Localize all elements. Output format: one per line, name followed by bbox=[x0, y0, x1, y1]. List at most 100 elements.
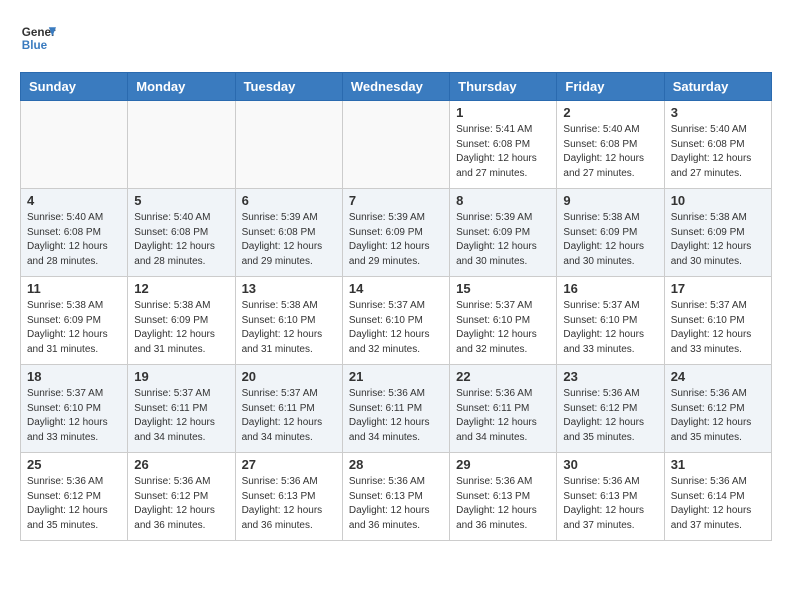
logo: General Blue bbox=[20, 20, 56, 56]
calendar-week-row: 4 Sunrise: 5:40 AM Sunset: 6:08 PM Daylig… bbox=[21, 189, 772, 277]
day-info: Sunrise: 5:36 AM Sunset: 6:14 PM Dayligh… bbox=[671, 475, 765, 533]
calendar-cell: 24 Sunrise: 5:36 AM Sunset: 6:12 PM Dayli… bbox=[664, 365, 771, 453]
calendar-week-row: 11 Sunrise: 5:38 AM Sunset: 6:09 PM Dayli… bbox=[21, 277, 772, 365]
day-number: 21 bbox=[349, 369, 443, 384]
day-number: 23 bbox=[563, 369, 657, 384]
day-number: 28 bbox=[349, 457, 443, 472]
day-number: 30 bbox=[563, 457, 657, 472]
calendar-cell: 14Sunrise: 5:37 AM Sunset: 6:10 PM Dayli… bbox=[342, 277, 449, 365]
day-number: 2 bbox=[563, 105, 657, 120]
calendar-cell: 8 Sunrise: 5:39 AM Sunset: 6:09 PM Daylig… bbox=[450, 189, 557, 277]
day-number: 6 bbox=[242, 193, 336, 208]
day-number: 25 bbox=[27, 457, 121, 472]
calendar-cell: 30 Sunrise: 5:36 AM Sunset: 6:13 PM Dayli… bbox=[557, 453, 664, 541]
day-number: 16 bbox=[563, 281, 657, 296]
column-header-tuesday: Tuesday bbox=[235, 73, 342, 101]
day-number: 9 bbox=[563, 193, 657, 208]
calendar-cell: 16 Sunrise: 5:37 AM Sunset: 6:10 PM Dayli… bbox=[557, 277, 664, 365]
calendar-cell bbox=[21, 101, 128, 189]
calendar-cell: 4 Sunrise: 5:40 AM Sunset: 6:08 PM Daylig… bbox=[21, 189, 128, 277]
day-info: Sunrise: 5:36 AM Sunset: 6:13 PM Dayligh… bbox=[456, 475, 550, 533]
day-info: Sunrise: 5:36 AM Sunset: 6:13 PM Dayligh… bbox=[242, 475, 336, 533]
day-number: 18 bbox=[27, 369, 121, 384]
day-number: 20 bbox=[242, 369, 336, 384]
day-number: 3 bbox=[671, 105, 765, 120]
calendar-cell: 22 Sunrise: 5:36 AM Sunset: 6:11 PM Dayli… bbox=[450, 365, 557, 453]
day-number: 22 bbox=[456, 369, 550, 384]
day-info: Sunrise: 5:40 AM Sunset: 6:08 PM Dayligh… bbox=[671, 123, 765, 181]
day-number: 10 bbox=[671, 193, 765, 208]
calendar-cell: 26 Sunrise: 5:36 AM Sunset: 6:12 PM Dayli… bbox=[128, 453, 235, 541]
column-header-friday: Friday bbox=[557, 73, 664, 101]
day-number: 7 bbox=[349, 193, 443, 208]
column-header-saturday: Saturday bbox=[664, 73, 771, 101]
calendar-cell: 1 Sunrise: 5:41 AM Sunset: 6:08 PM Daylig… bbox=[450, 101, 557, 189]
day-info: Sunrise: 5:38 AM Sunset: 6:10 PM Dayligh… bbox=[242, 299, 336, 357]
calendar-cell: 18 Sunrise: 5:37 AM Sunset: 6:10 PM Dayli… bbox=[21, 365, 128, 453]
calendar-cell: 2 Sunrise: 5:40 AM Sunset: 6:08 PM Daylig… bbox=[557, 101, 664, 189]
column-header-wednesday: Wednesday bbox=[342, 73, 449, 101]
calendar-cell: 13 Sunrise: 5:38 AM Sunset: 6:10 PM Dayli… bbox=[235, 277, 342, 365]
day-number: 4 bbox=[27, 193, 121, 208]
day-number: 5 bbox=[134, 193, 228, 208]
day-info: Sunrise: 5:36 AM Sunset: 6:11 PM Dayligh… bbox=[456, 387, 550, 445]
day-info: Sunrise: 5:37 AM Sunset: 6:10 PM Dayligh… bbox=[27, 387, 121, 445]
calendar-cell: 11 Sunrise: 5:38 AM Sunset: 6:09 PM Dayli… bbox=[21, 277, 128, 365]
day-info: Sunrise: 5:40 AM Sunset: 6:08 PM Dayligh… bbox=[563, 123, 657, 181]
day-number: 13 bbox=[242, 281, 336, 296]
day-number: 1 bbox=[456, 105, 550, 120]
page-header: General Blue bbox=[20, 20, 772, 56]
calendar-week-row: 1 Sunrise: 5:41 AM Sunset: 6:08 PM Daylig… bbox=[21, 101, 772, 189]
calendar-cell bbox=[128, 101, 235, 189]
day-number: 8 bbox=[456, 193, 550, 208]
column-header-thursday: Thursday bbox=[450, 73, 557, 101]
day-info: Sunrise: 5:40 AM Sunset: 6:08 PM Dayligh… bbox=[27, 211, 121, 269]
day-number: 12 bbox=[134, 281, 228, 296]
calendar-header-row: SundayMondayTuesdayWednesdayThursdayFrid… bbox=[21, 73, 772, 101]
calendar-cell: 31 Sunrise: 5:36 AM Sunset: 6:14 PM Dayli… bbox=[664, 453, 771, 541]
day-info: Sunrise: 5:36 AM Sunset: 6:13 PM Dayligh… bbox=[563, 475, 657, 533]
calendar-cell: 3 Sunrise: 5:40 AM Sunset: 6:08 PM Daylig… bbox=[664, 101, 771, 189]
svg-text:Blue: Blue bbox=[22, 39, 48, 52]
day-info: Sunrise: 5:39 AM Sunset: 6:09 PM Dayligh… bbox=[349, 211, 443, 269]
day-number: 26 bbox=[134, 457, 228, 472]
day-info: Sunrise: 5:38 AM Sunset: 6:09 PM Dayligh… bbox=[27, 299, 121, 357]
calendar-cell: 9 Sunrise: 5:38 AM Sunset: 6:09 PM Daylig… bbox=[557, 189, 664, 277]
day-info: Sunrise: 5:39 AM Sunset: 6:08 PM Dayligh… bbox=[242, 211, 336, 269]
day-info: Sunrise: 5:37 AM Sunset: 6:10 PM Dayligh… bbox=[563, 299, 657, 357]
day-number: 27 bbox=[242, 457, 336, 472]
calendar-week-row: 25 Sunrise: 5:36 AM Sunset: 6:12 PM Dayli… bbox=[21, 453, 772, 541]
calendar-week-row: 18 Sunrise: 5:37 AM Sunset: 6:10 PM Dayli… bbox=[21, 365, 772, 453]
day-info: Sunrise: 5:37 AM Sunset: 6:10 PM Dayligh… bbox=[456, 299, 550, 357]
day-info: Sunrise: 5:39 AM Sunset: 6:09 PM Dayligh… bbox=[456, 211, 550, 269]
calendar-cell: 20 Sunrise: 5:37 AM Sunset: 6:11 PM Dayli… bbox=[235, 365, 342, 453]
calendar-cell: 10 Sunrise: 5:38 AM Sunset: 6:09 PM Dayli… bbox=[664, 189, 771, 277]
column-header-monday: Monday bbox=[128, 73, 235, 101]
day-number: 17 bbox=[671, 281, 765, 296]
calendar-cell: 21 Sunrise: 5:36 AM Sunset: 6:11 PM Dayli… bbox=[342, 365, 449, 453]
calendar-cell: 6 Sunrise: 5:39 AM Sunset: 6:08 PM Daylig… bbox=[235, 189, 342, 277]
day-number: 11 bbox=[27, 281, 121, 296]
calendar-cell: 29Sunrise: 5:36 AM Sunset: 6:13 PM Dayli… bbox=[450, 453, 557, 541]
calendar-cell: 28Sunrise: 5:36 AM Sunset: 6:13 PM Dayli… bbox=[342, 453, 449, 541]
day-number: 15 bbox=[456, 281, 550, 296]
day-info: Sunrise: 5:38 AM Sunset: 6:09 PM Dayligh… bbox=[563, 211, 657, 269]
calendar-cell: 12Sunrise: 5:38 AM Sunset: 6:09 PM Dayli… bbox=[128, 277, 235, 365]
calendar-cell: 27 Sunrise: 5:36 AM Sunset: 6:13 PM Dayli… bbox=[235, 453, 342, 541]
day-number: 31 bbox=[671, 457, 765, 472]
day-info: Sunrise: 5:36 AM Sunset: 6:12 PM Dayligh… bbox=[134, 475, 228, 533]
day-info: Sunrise: 5:41 AM Sunset: 6:08 PM Dayligh… bbox=[456, 123, 550, 181]
day-info: Sunrise: 5:36 AM Sunset: 6:12 PM Dayligh… bbox=[563, 387, 657, 445]
day-info: Sunrise: 5:37 AM Sunset: 6:10 PM Dayligh… bbox=[671, 299, 765, 357]
day-info: Sunrise: 5:36 AM Sunset: 6:11 PM Dayligh… bbox=[349, 387, 443, 445]
day-info: Sunrise: 5:36 AM Sunset: 6:12 PM Dayligh… bbox=[671, 387, 765, 445]
calendar-cell: 19Sunrise: 5:37 AM Sunset: 6:11 PM Dayli… bbox=[128, 365, 235, 453]
day-info: Sunrise: 5:37 AM Sunset: 6:11 PM Dayligh… bbox=[242, 387, 336, 445]
day-info: Sunrise: 5:37 AM Sunset: 6:11 PM Dayligh… bbox=[134, 387, 228, 445]
day-number: 14 bbox=[349, 281, 443, 296]
day-info: Sunrise: 5:38 AM Sunset: 6:09 PM Dayligh… bbox=[671, 211, 765, 269]
column-header-sunday: Sunday bbox=[21, 73, 128, 101]
day-number: 24 bbox=[671, 369, 765, 384]
day-info: Sunrise: 5:36 AM Sunset: 6:12 PM Dayligh… bbox=[27, 475, 121, 533]
day-info: Sunrise: 5:40 AM Sunset: 6:08 PM Dayligh… bbox=[134, 211, 228, 269]
